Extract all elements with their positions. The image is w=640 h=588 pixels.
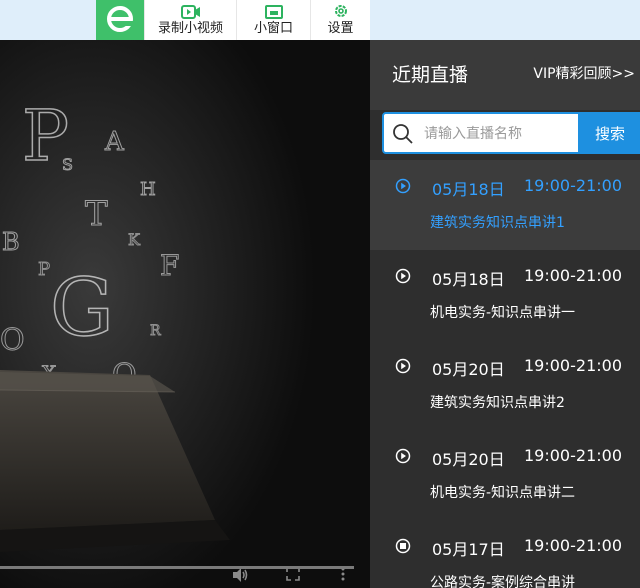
mini-window-button[interactable]: 小窗口 <box>236 0 310 40</box>
panel-title: 近期直播 <box>392 64 469 86</box>
session-time: 19:00-21:00 <box>524 446 622 465</box>
live-session-list: 05月18日 19:00-21:00 建筑实务知识点串讲1 05月18日 19:… <box>370 160 640 588</box>
scene-letter: F <box>160 249 179 282</box>
session-name: 建筑实务知识点串讲2 <box>430 395 565 411</box>
panel-header: 近期直播 VIP精彩回顾>> <box>370 40 640 110</box>
scene-letter: K <box>128 230 141 249</box>
scene-letter: O <box>0 323 25 358</box>
scene-letter: T <box>85 194 108 234</box>
session-name: 机电实务-知识点串讲二 <box>430 485 576 501</box>
session-date: 05月17日 <box>432 540 505 559</box>
mini-window-icon <box>264 3 283 19</box>
scene-letter: R <box>150 323 161 339</box>
session-date: 05月20日 <box>432 450 505 469</box>
video-controls <box>0 560 370 588</box>
live-schedule-panel: 近期直播 VIP精彩回顾>> 搜索 05月18日 19:00-21:00 建筑实… <box>370 40 640 588</box>
video-player[interactable]: P A S H T B G F Q X K R P O <box>0 40 370 588</box>
session-name: 公路实务-案例综合串讲 <box>430 575 576 588</box>
vip-replay-link[interactable]: VIP精彩回顾>> <box>533 63 635 83</box>
search-bar: 搜索 <box>382 112 640 154</box>
play-icon <box>395 268 411 284</box>
settings-label: 设置 <box>327 21 354 36</box>
session-date: 05月18日 <box>432 270 505 289</box>
session-time: 19:00-21:00 <box>524 266 622 285</box>
record-video-label: 录制小视频 <box>157 21 223 36</box>
session-date: 05月20日 <box>432 360 505 379</box>
search-button[interactable]: 搜索 <box>580 112 640 154</box>
live-session-item[interactable]: 05月18日 19:00-21:00 机电实务-知识点串讲一 <box>370 250 640 340</box>
scene-letter: H <box>140 179 156 200</box>
settings-button[interactable]: 设置 <box>310 0 370 40</box>
scene-letter: G <box>50 261 114 354</box>
scene-letter: B <box>2 228 20 256</box>
video-frame: P A S H T B G F Q X K R P O <box>0 40 370 588</box>
video-progress-bar[interactable] <box>0 566 354 569</box>
live-session-item[interactable]: 05月20日 19:00-21:00 建筑实务知识点串讲2 <box>370 340 640 430</box>
search-box <box>382 112 580 154</box>
session-time: 19:00-21:00 <box>524 356 622 375</box>
play-icon <box>395 358 411 374</box>
replay-icon <box>395 538 411 554</box>
search-input[interactable] <box>424 122 574 146</box>
session-name: 建筑实务知识点串讲1 <box>430 215 565 231</box>
session-date: 05月18日 <box>432 180 505 199</box>
record-video-button[interactable]: 录制小视频 <box>144 0 236 40</box>
scene-letter: P <box>38 259 50 280</box>
search-icon <box>392 123 414 149</box>
video-camera-icon <box>180 3 201 19</box>
gear-icon <box>333 3 349 19</box>
session-time: 19:00-21:00 <box>524 176 622 195</box>
play-icon <box>395 448 411 464</box>
scene-letter: A <box>104 127 125 157</box>
play-icon <box>395 178 411 194</box>
live-session-item[interactable]: 05月20日 19:00-21:00 机电实务-知识点串讲二 <box>370 430 640 520</box>
session-name: 机电实务-知识点串讲一 <box>430 305 576 321</box>
scene-letter: S <box>62 155 73 174</box>
logo-e-icon <box>107 6 134 32</box>
live-session-item[interactable]: 05月18日 19:00-21:00 建筑实务知识点串讲1 <box>370 160 640 250</box>
session-time: 19:00-21:00 <box>524 536 622 555</box>
app-logo <box>96 0 144 40</box>
live-session-item[interactable]: 05月17日 19:00-21:00 公路实务-案例综合串讲 <box>370 520 640 588</box>
mini-window-label: 小窗口 <box>253 21 293 36</box>
